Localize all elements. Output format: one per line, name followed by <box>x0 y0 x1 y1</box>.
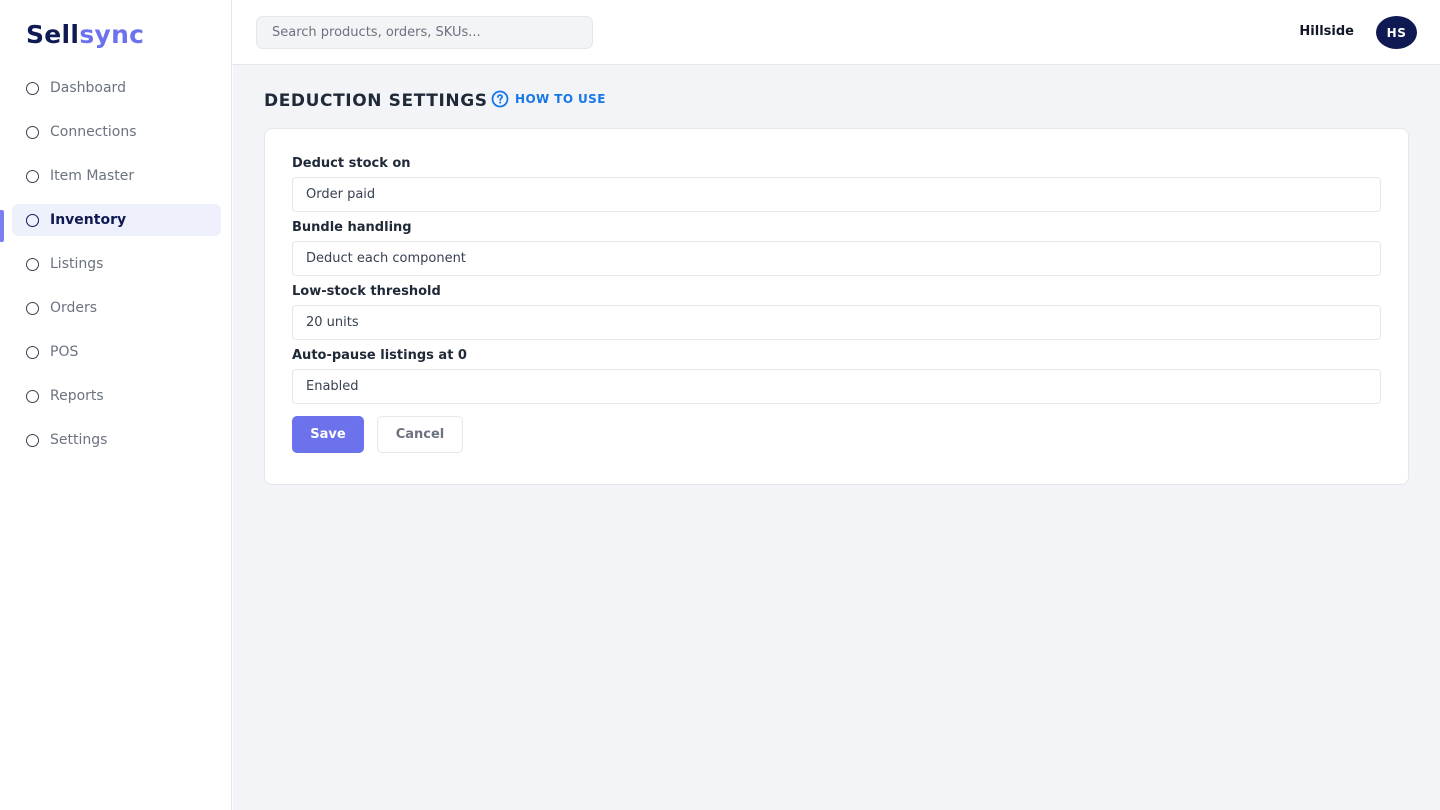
active-nav-indicator <box>0 210 4 242</box>
sidebar-item-label: Inventory <box>50 212 127 228</box>
sidebar-item-dashboard[interactable]: Dashboard <box>12 72 221 104</box>
deduct-stock-on-field[interactable] <box>292 177 1381 212</box>
help-circle-icon <box>491 90 509 108</box>
brand-logo-part2: sync <box>79 20 145 49</box>
sidebar-item-connections[interactable]: Connections <box>12 116 221 148</box>
form-field-auto-pause-listings: Auto-pause listings at 0 <box>292 348 1381 404</box>
sidebar-item-orders[interactable]: Orders <box>12 292 221 324</box>
sidebar-item-item-master[interactable]: Item Master <box>12 160 221 192</box>
deduction-settings-card: Deduct stock on Bundle handling Low-stoc… <box>264 128 1409 485</box>
sidebar: Sellsync Dashboard Connections Item Mast… <box>0 0 232 810</box>
sidebar-item-label: Settings <box>50 432 108 448</box>
circle-icon <box>26 213 39 227</box>
sidebar-item-reports[interactable]: Reports <box>12 380 221 412</box>
circle-icon <box>26 125 39 139</box>
circle-icon <box>26 345 39 359</box>
sidebar-item-label: Item Master <box>50 168 135 184</box>
page-title: DEDUCTION SETTINGS <box>264 91 488 111</box>
bundle-handling-field[interactable] <box>292 241 1381 276</box>
avatar[interactable]: HS <box>1376 16 1417 49</box>
brand-logo-part1: Sell <box>26 20 80 49</box>
main-content: DEDUCTION SETTINGS HOW TO USE Deduct sto… <box>233 65 1440 810</box>
sidebar-item-listings[interactable]: Listings <box>12 248 221 280</box>
sidebar-item-label: Connections <box>50 124 137 140</box>
low-stock-threshold-field[interactable] <box>292 305 1381 340</box>
brand-logo[interactable]: Sellsync <box>26 20 144 49</box>
how-to-use-link[interactable]: HOW TO USE <box>491 90 606 108</box>
sidebar-item-pos[interactable]: POS <box>12 336 221 368</box>
sidebar-item-label: Orders <box>50 300 98 316</box>
field-label: Bundle handling <box>292 220 412 235</box>
sidebar-item-settings[interactable]: Settings <box>12 424 221 456</box>
sidebar-item-label: POS <box>50 344 79 360</box>
circle-icon <box>26 433 39 447</box>
how-to-use-label: HOW TO USE <box>515 92 606 106</box>
form-field-deduct-stock-on: Deduct stock on <box>292 156 1381 212</box>
form-field-low-stock-threshold: Low-stock threshold <box>292 284 1381 340</box>
circle-icon <box>26 169 39 183</box>
cancel-button[interactable]: Cancel <box>377 416 463 453</box>
field-label: Deduct stock on <box>292 156 411 171</box>
circle-icon <box>26 389 39 403</box>
store-name[interactable]: Hillside <box>1299 24 1354 39</box>
sidebar-item-label: Listings <box>50 256 104 272</box>
circle-icon <box>26 301 39 315</box>
auto-pause-listings-field[interactable] <box>292 369 1381 404</box>
top-header: Hillside HS <box>232 0 1440 65</box>
sidebar-item-label: Dashboard <box>50 80 126 96</box>
field-label: Low-stock threshold <box>292 284 441 299</box>
circle-icon <box>26 81 39 95</box>
circle-icon <box>26 257 39 271</box>
save-button[interactable]: Save <box>292 416 364 453</box>
sidebar-item-label: Reports <box>50 388 104 404</box>
sidebar-nav: Dashboard Connections Item Master Invent… <box>12 72 221 468</box>
form-field-bundle-handling: Bundle handling <box>292 220 1381 276</box>
field-label: Auto-pause listings at 0 <box>292 348 467 363</box>
search-input[interactable] <box>256 16 593 49</box>
sidebar-item-inventory[interactable]: Inventory <box>12 204 221 236</box>
